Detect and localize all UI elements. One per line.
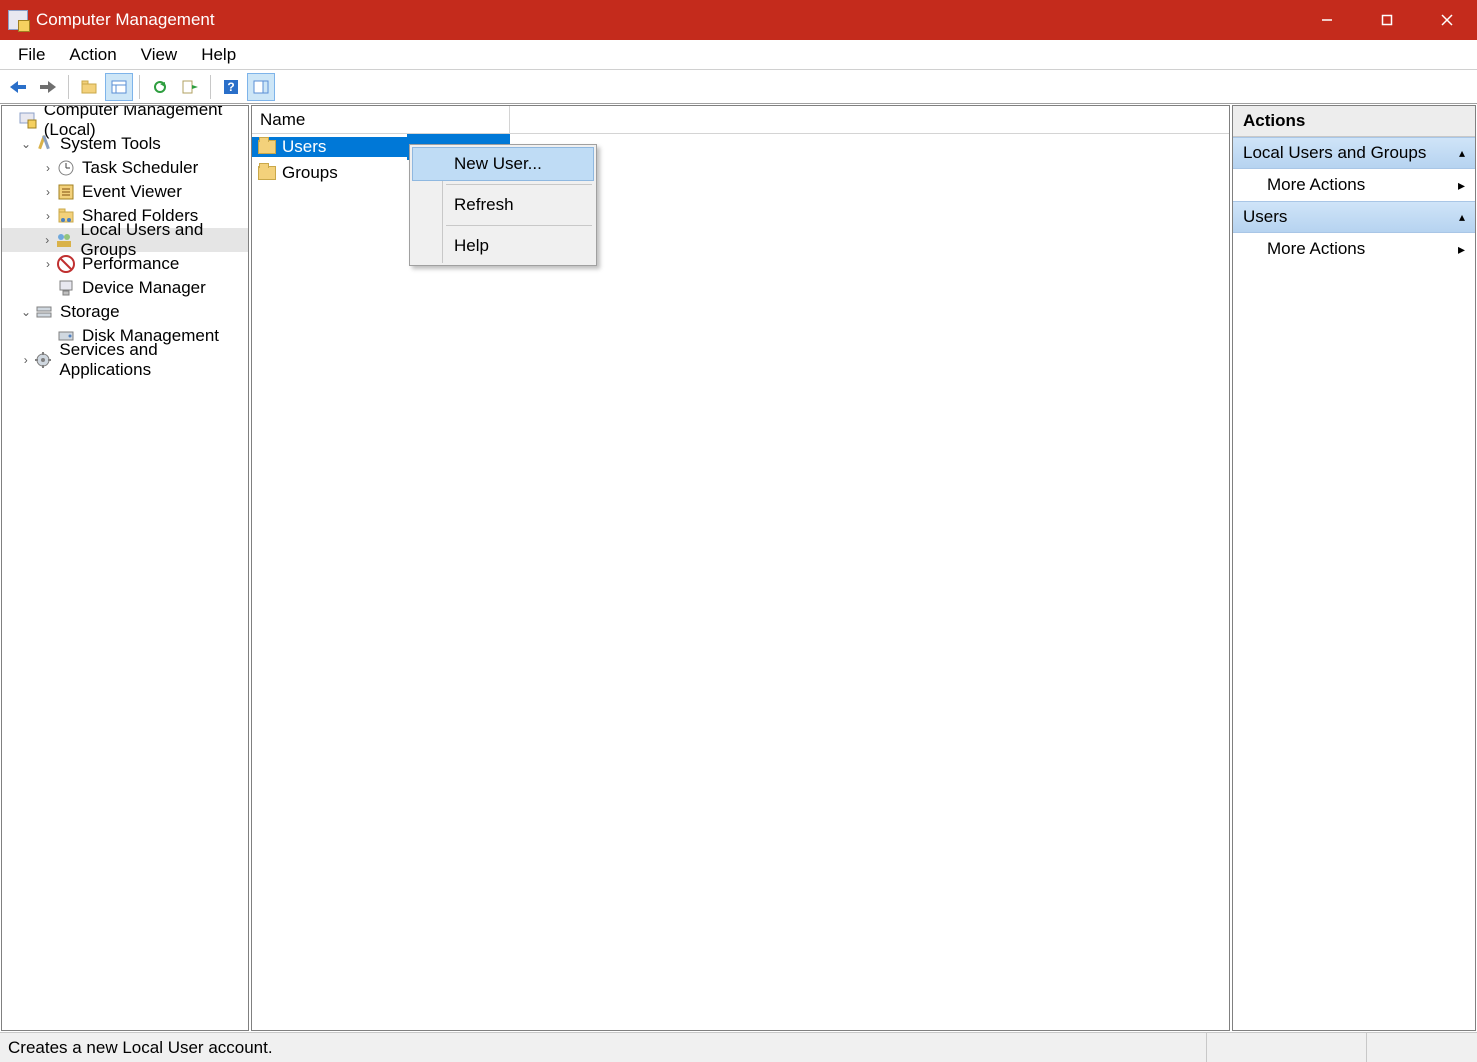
tree-label: Task Scheduler [80,157,200,179]
storage-icon [34,302,54,322]
column-header-name[interactable]: Name [252,106,510,134]
context-menu-separator [446,225,592,226]
tree-node-device-manager[interactable]: › Device Manager [2,276,248,300]
device-icon [56,278,76,298]
actions-link-more-actions[interactable]: More Actions ▸ [1233,233,1475,265]
expand-icon[interactable]: › [40,209,56,223]
status-text: Creates a new Local User account. [0,1033,1207,1062]
window-title: Computer Management [36,10,1297,30]
actions-section-local-users-groups[interactable]: Local Users and Groups ▴ [1233,137,1475,169]
list-row-users[interactable]: Users [252,134,1229,160]
list-header: Name [252,106,1229,134]
list-cell-name: Users [282,137,326,157]
collapse-icon[interactable]: ⌄ [18,137,34,151]
show-actions-button[interactable] [247,73,275,101]
tree-label: Services and Applications [57,339,248,381]
tree-label: Device Manager [80,277,208,299]
tree-node-task-scheduler[interactable]: › Task Scheduler [2,156,248,180]
tree-panel: ▸ Computer Management (Local) ⌄ System T… [1,105,249,1031]
up-level-button[interactable] [75,73,103,101]
actions-panel: Actions Local Users and Groups ▴ More Ac… [1232,105,1476,1031]
actions-section-label: Local Users and Groups [1243,143,1426,163]
properties-button[interactable] [105,73,133,101]
main-area: ▸ Computer Management (Local) ⌄ System T… [0,104,1477,1032]
performance-icon [56,254,76,274]
tree-label: Performance [80,253,181,275]
expand-icon[interactable]: › [40,161,56,175]
actions-section-label: Users [1243,207,1287,227]
expand-icon[interactable]: › [40,233,54,247]
actions-link-more-actions[interactable]: More Actions ▸ [1233,169,1475,201]
menu-help[interactable]: Help [189,41,248,69]
toolbar-separator [68,75,69,99]
context-menu-separator [446,184,592,185]
menu-file[interactable]: File [6,41,57,69]
context-menu-help[interactable]: Help [412,229,594,263]
collapse-up-icon: ▴ [1459,210,1465,224]
collapse-up-icon: ▴ [1459,146,1465,160]
event-icon [56,182,76,202]
tree[interactable]: ▸ Computer Management (Local) ⌄ System T… [2,106,248,374]
menu-bar: File Action View Help [0,40,1477,70]
tree-node-services-apps[interactable]: › Services and Applications [2,348,248,372]
tree-node-local-users-groups[interactable]: › Local Users and Groups [2,228,248,252]
computer-mgmt-icon [18,110,38,130]
chevron-right-icon: ▸ [1458,241,1465,258]
app-icon [8,10,28,30]
collapse-icon[interactable]: ⌄ [18,305,34,319]
menu-action[interactable]: Action [57,41,128,69]
help-button[interactable]: ? [217,73,245,101]
toolbar-separator [210,75,211,99]
title-bar: Computer Management [0,0,1477,40]
expand-icon[interactable]: › [40,185,56,199]
toolbar-separator [139,75,140,99]
tree-node-event-viewer[interactable]: › Event Viewer [2,180,248,204]
actions-link-label: More Actions [1267,239,1365,259]
services-icon [33,350,53,370]
tree-root[interactable]: ▸ Computer Management (Local) [2,108,248,132]
status-bar: Creates a new Local User account. [0,1032,1477,1062]
maximize-button[interactable] [1357,0,1417,40]
status-cell [1207,1033,1367,1062]
export-button[interactable] [176,73,204,101]
chevron-right-icon: ▸ [1458,177,1465,194]
svg-text:?: ? [227,80,234,94]
back-button[interactable] [4,73,32,101]
close-button[interactable] [1417,0,1477,40]
context-menu-new-user[interactable]: New User... [412,147,594,181]
shared-folder-icon [56,206,76,226]
actions-link-label: More Actions [1267,175,1365,195]
context-menu-refresh[interactable]: Refresh [412,188,594,222]
folder-icon [258,140,276,154]
minimize-button[interactable] [1297,0,1357,40]
tools-icon [34,134,54,154]
context-menu: New User... Refresh Help [409,144,597,266]
folder-icon [258,166,276,180]
tree-node-storage[interactable]: ⌄ Storage [2,300,248,324]
expand-icon[interactable]: › [18,353,33,367]
actions-title: Actions [1233,106,1475,137]
actions-section-users[interactable]: Users ▴ [1233,201,1475,233]
refresh-button[interactable] [146,73,174,101]
tree-label: System Tools [58,133,163,155]
status-cell [1367,1033,1477,1062]
list-row-groups[interactable]: Groups [252,160,1229,186]
menu-view[interactable]: View [129,41,190,69]
toolbar: ? [0,70,1477,104]
list-panel: Name Users Groups New User... Refresh He… [251,105,1230,1031]
forward-button[interactable] [34,73,62,101]
expand-icon[interactable]: › [40,257,56,271]
users-groups-icon [54,230,74,250]
clock-icon [56,158,76,178]
tree-label: Event Viewer [80,181,184,203]
tree-label: Storage [58,301,122,323]
list-cell-name: Groups [282,163,338,183]
